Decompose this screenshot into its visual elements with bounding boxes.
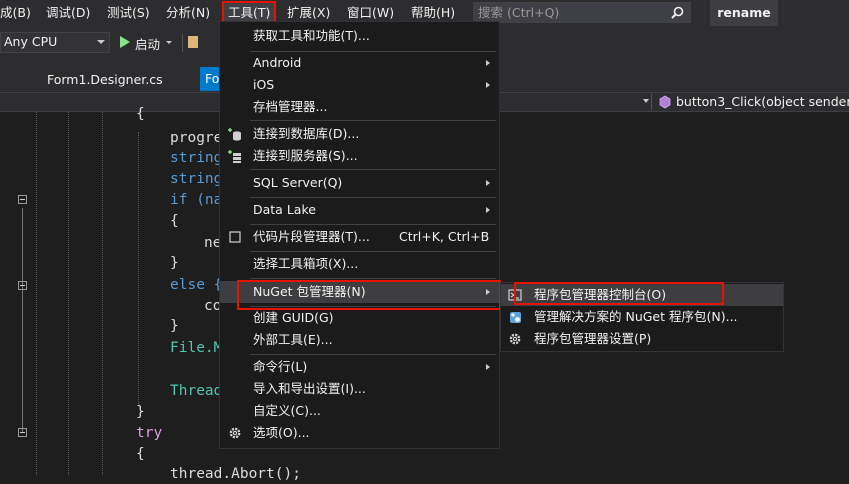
- menu-item-external-tools[interactable]: 外部工具(E)...: [220, 329, 499, 351]
- navbar-separator: [651, 94, 652, 110]
- indent-guide: [68, 112, 69, 475]
- nuget-highlight-box: [237, 280, 501, 310]
- checkbox-icon: [229, 231, 241, 243]
- menu-item-create-guid[interactable]: 创建 GUID(G): [220, 307, 499, 329]
- menu-item-import-export[interactable]: 导入和导出设置(I)...: [220, 378, 499, 400]
- console-highlight-box: [514, 282, 724, 305]
- menu-item-label: SQL Server(Q): [253, 175, 343, 190]
- chevron-right-icon: [486, 180, 490, 186]
- tab-label: Form1.Designer.cs: [47, 72, 163, 87]
- chevron-down-icon[interactable]: [643, 99, 649, 103]
- menu-item-snippet-manager[interactable]: 代码片段管理器(T)... Ctrl+K, Ctrl+B: [220, 226, 499, 248]
- menu-item-choose-toolbox[interactable]: 选择工具箱项(X)...: [220, 253, 499, 275]
- chevron-right-icon: [486, 82, 490, 88]
- menu-item-shortcut: Ctrl+K, Ctrl+B: [399, 229, 490, 244]
- menu-item-ios[interactable]: iOS: [220, 74, 499, 96]
- menu-item-connect-database[interactable]: 连接到数据库(D)...: [220, 123, 499, 145]
- gear-icon: [229, 427, 241, 439]
- menu-separator: [250, 169, 496, 170]
- menu-separator: [250, 120, 496, 121]
- menu-separator: [250, 224, 496, 225]
- chevron-right-icon: [486, 364, 490, 370]
- menu-test[interactable]: 测试(S): [107, 0, 150, 26]
- menu-item-label: 存档管理器...: [253, 99, 328, 114]
- menu-item-label: 代码片段管理器(T)...: [253, 229, 370, 244]
- solution-name-badge[interactable]: rename: [710, 0, 778, 26]
- menu-separator: [250, 251, 496, 252]
- platform-dropdown[interactable]: Any CPU: [0, 32, 110, 53]
- menu-item-archive-manager[interactable]: 存档管理器...: [220, 96, 499, 118]
- menu-item-sql-server[interactable]: SQL Server(Q): [220, 172, 499, 194]
- collapse-icon[interactable]: [18, 428, 27, 437]
- menu-item-customize[interactable]: 自定义(C)...: [220, 400, 499, 422]
- menu-item-label: 连接到服务器(S)...: [253, 148, 358, 163]
- toolbar-separator: [182, 34, 183, 52]
- menu-build[interactable]: 成(B): [0, 0, 31, 26]
- indent-guide: [102, 112, 103, 475]
- database-icon: [228, 128, 241, 141]
- nuget-icon: [510, 312, 521, 323]
- menu-item-label: Android: [253, 55, 302, 70]
- chevron-right-icon: [486, 207, 490, 213]
- menu-separator: [250, 278, 496, 279]
- menu-item-connect-server[interactable]: 连接到服务器(S)...: [220, 145, 499, 167]
- indent-guide: [36, 112, 37, 475]
- menu-item-label: Data Lake: [253, 202, 316, 217]
- menu-item-command-line[interactable]: 命令行(L): [220, 356, 499, 378]
- tab-form1-designer[interactable]: Form1.Designer.cs: [0, 69, 200, 91]
- menu-separator: [250, 197, 496, 198]
- start-button[interactable]: 启动: [135, 34, 160, 53]
- outline-line: [22, 208, 23, 432]
- menu-item-label: 获取工具和功能(T)...: [253, 28, 370, 43]
- menu-item-label: 自定义(C)...: [253, 403, 321, 418]
- search-box[interactable]: 搜索 (Ctrl+Q): [473, 2, 691, 23]
- tools-menu: 获取工具和功能(T)... Android iOS 存档管理器... 连接到数据…: [219, 21, 500, 449]
- chevron-down-icon: [97, 40, 105, 44]
- platform-label: Any CPU: [4, 34, 58, 49]
- menu-item-label: 连接到数据库(D)...: [253, 126, 360, 141]
- menu-debug[interactable]: 调试(D): [46, 0, 90, 26]
- menu-item-get-tools[interactable]: 获取工具和功能(T)...: [220, 25, 499, 47]
- menu-analyze[interactable]: 分析(N): [166, 0, 210, 26]
- method-icon: [659, 95, 671, 109]
- start-dropdown-icon[interactable]: [166, 41, 172, 44]
- menu-item-android[interactable]: Android: [220, 52, 499, 74]
- search-placeholder: 搜索 (Ctrl+Q): [478, 5, 560, 20]
- collapse-icon[interactable]: [18, 281, 27, 290]
- collapse-icon[interactable]: [18, 195, 27, 204]
- menu-item-label: iOS: [253, 77, 275, 92]
- member-dropdown[interactable]: button3_Click(object sender, E: [676, 94, 849, 109]
- tab-form1-active[interactable]: Fo: [200, 67, 220, 91]
- menu-item-label: 管理解决方案的 NuGet 程序包(N)...: [534, 309, 738, 324]
- folder-icon[interactable]: [188, 36, 198, 48]
- menu-separator: [250, 354, 496, 355]
- menu-item-label: 创建 GUID(G): [253, 310, 334, 325]
- menu-item-label: 程序包管理器设置(P): [534, 331, 652, 346]
- menu-item-label: 导入和导出设置(I)...: [253, 381, 366, 396]
- menu-item-label: 选择工具箱项(X)...: [253, 256, 359, 271]
- menu-item-options[interactable]: 选项(O)...: [220, 422, 499, 444]
- indent-guide: [138, 132, 139, 406]
- menu-item-data-lake[interactable]: Data Lake: [220, 199, 499, 221]
- gear-icon: [509, 333, 521, 345]
- menu-item-label: 命令行(L): [253, 359, 308, 374]
- tab-label: Fo: [205, 71, 220, 86]
- chevron-right-icon: [486, 60, 490, 66]
- menu-item-label: 选项(O)...: [253, 425, 310, 440]
- server-icon: [228, 150, 241, 163]
- play-icon[interactable]: [120, 36, 130, 48]
- menu-item-package-manager-settings[interactable]: 程序包管理器设置(P): [501, 328, 783, 350]
- menu-item-manage-nuget-packages[interactable]: 管理解决方案的 NuGet 程序包(N)...: [501, 306, 783, 328]
- menu-item-label: 外部工具(E)...: [253, 332, 333, 347]
- search-icon[interactable]: [671, 6, 684, 19]
